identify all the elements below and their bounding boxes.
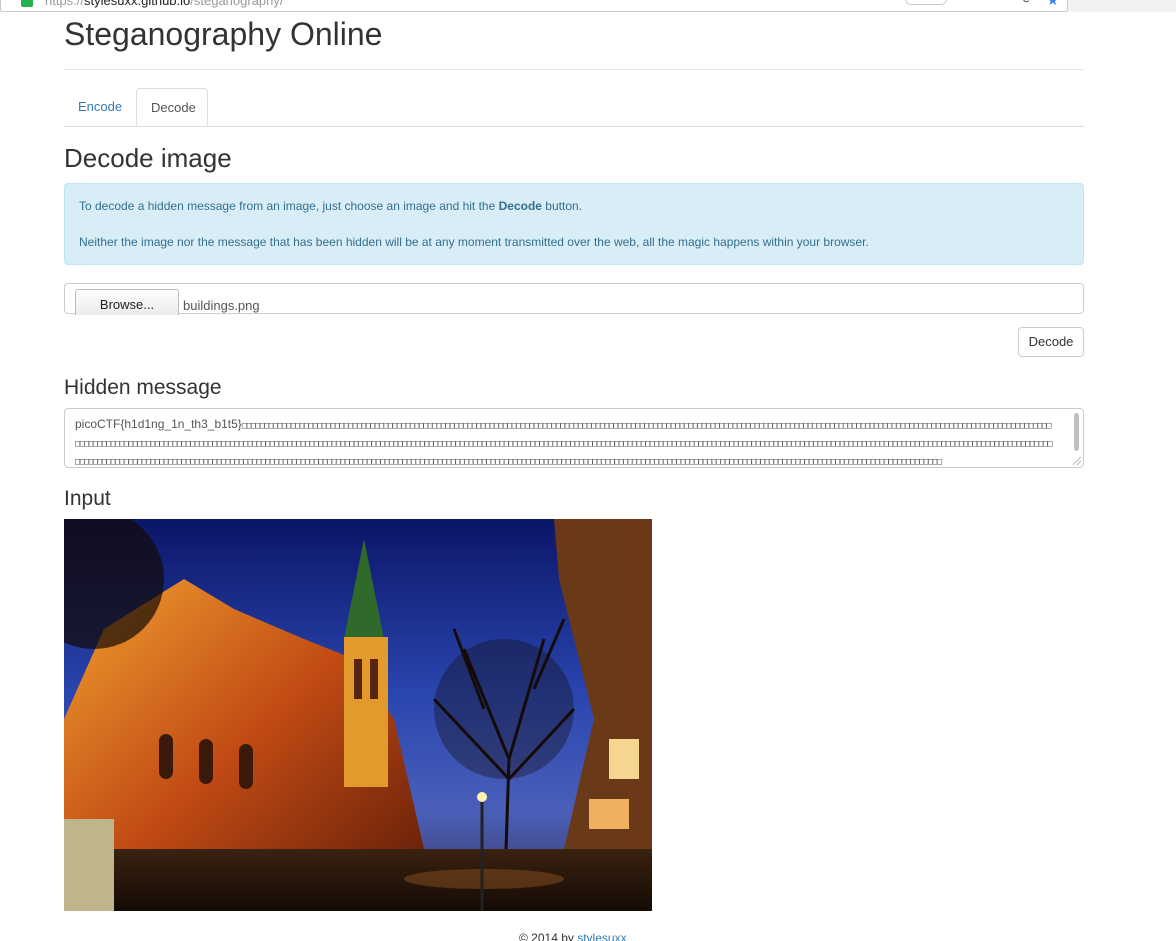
reader-mode-icon[interactable] (905, 0, 947, 5)
tab-bar: Encode Decode (64, 88, 1084, 127)
tab-decode[interactable]: Decode (136, 88, 208, 126)
footer-author-link[interactable]: stylesuxx (577, 931, 626, 941)
file-input[interactable]: Browse... buildings.png (64, 283, 1084, 315)
textarea-scrollbar[interactable] (1074, 413, 1079, 451)
hidden-message-textarea[interactable]: picoCTF{h1d1ng_1n_th3_b1t5}□□□□□□□□□□□□□… (64, 408, 1084, 468)
info-line-1: To decode a hidden message from an image… (79, 199, 582, 213)
decode-button[interactable]: Decode (1018, 327, 1084, 357)
reload-icon[interactable]: ⟳ (1022, 0, 1033, 8)
tab-encode[interactable]: Encode (64, 88, 136, 125)
hidden-message-text: picoCTF{h1d1ng_1n_th3_b1t5}□□□□□□□□□□□□□… (75, 417, 1052, 467)
browse-button[interactable]: Browse... (75, 289, 179, 315)
resize-handle-icon[interactable] (1073, 457, 1081, 465)
footer: © 2014 by stylesuxx (519, 931, 627, 941)
selected-file-name: buildings.png (183, 298, 260, 313)
input-heading: Input (64, 487, 111, 510)
browser-toolbar: https://stylesuxx.github.io/steganograph… (0, 0, 1176, 12)
info-line-2: Neither the image nor the message that h… (79, 235, 869, 249)
decode-emphasis: Decode (498, 199, 542, 213)
address-bar[interactable]: https://stylesuxx.github.io/steganograph… (0, 0, 1068, 12)
page-title: Steganography Online (64, 16, 383, 52)
hidden-message-heading: Hidden message (64, 376, 222, 399)
secure-lock-icon (21, 0, 33, 7)
title-divider (64, 69, 1084, 70)
bookmark-star-icon[interactable]: ★ (1046, 0, 1059, 9)
url-text: https://stylesuxx.github.io/steganograph… (45, 0, 284, 8)
info-alert: To decode a hidden message from an image… (64, 183, 1084, 265)
input-image (64, 519, 652, 911)
decode-heading: Decode image (64, 143, 232, 173)
